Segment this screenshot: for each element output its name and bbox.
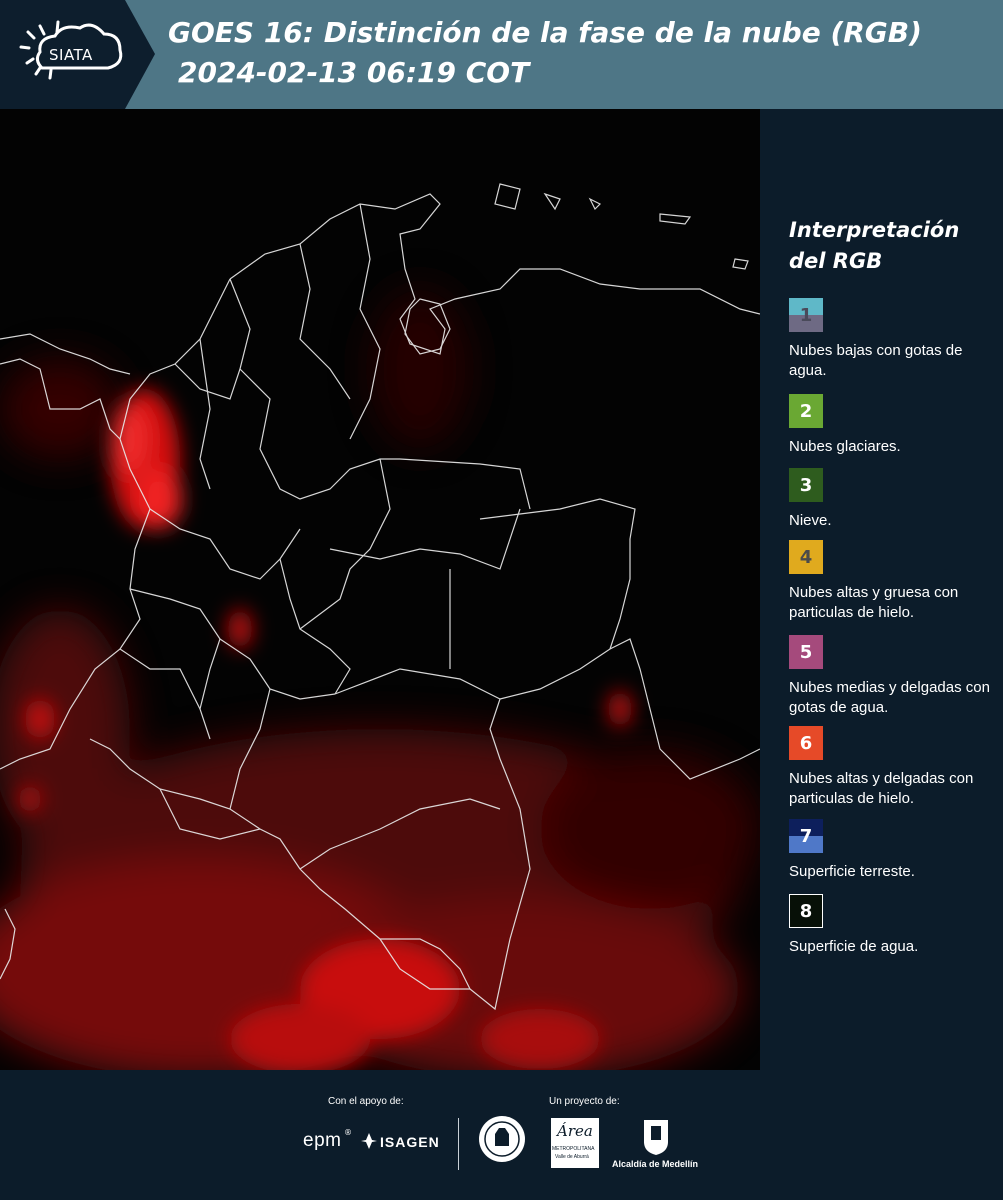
- legend-title: Interpretación del RGB: [789, 215, 989, 277]
- legend-label-8: Superficie de agua.: [789, 938, 919, 955]
- satellite-map[interactable]: [0, 109, 760, 1070]
- legend-number-5: 5: [799, 641, 813, 663]
- project-label: Un proyecto de:: [549, 1096, 620, 1107]
- seal-icon: [477, 1114, 527, 1164]
- legend-item-4: 4 Nubes altas y gruesa con particulas de…: [789, 540, 999, 623]
- epm-logo: epm: [303, 1130, 342, 1151]
- isagen-logo: ISAGEN: [380, 1134, 440, 1150]
- legend-swatch-2: 2: [789, 394, 823, 428]
- legend-label-2: Nubes glaciares.: [789, 438, 901, 455]
- legend-label-6: Nubes altas y delgadas con particulas de…: [789, 770, 974, 807]
- legend-number-7: 7: [799, 825, 813, 847]
- legend-item-5: 5 Nubes medias y delgadas con gotas de a…: [789, 635, 999, 718]
- siata-logo-text: SIATA: [49, 46, 93, 64]
- legend-swatch-7: 7: [789, 819, 823, 853]
- legend-swatch-4: 4: [789, 540, 823, 574]
- legend-number-3: 3: [799, 474, 813, 496]
- footer-bar: Con el apoyo de: Un proyecto de: epm ® I…: [0, 1070, 1003, 1200]
- legend-title-line1: Interpretación: [789, 218, 960, 242]
- area-metropolitana-logo: Área METROPOLITANA Valle de Aburrá: [551, 1118, 599, 1168]
- legend-item-1: 1 Nubes bajas con gotas de agua.: [789, 298, 999, 381]
- legend-label-1: Nubes bajas con gotas de agua.: [789, 342, 963, 379]
- legend-item-7: 7 Superficie terreste.: [789, 819, 999, 882]
- header-bar: SIATA GOES 16: Distinción de la fase de …: [0, 0, 1003, 109]
- registered-mark-icon: ®: [344, 1128, 352, 1137]
- legend-number-8: 8: [799, 900, 813, 922]
- legend-swatch-1: 1: [789, 298, 823, 332]
- legend-label-4: Nubes altas y gruesa con particulas de h…: [789, 584, 959, 621]
- area-logo-sub1: METROPOLITANA: [552, 1146, 595, 1152]
- area-logo-sub2: Valle de Aburrá: [555, 1154, 589, 1160]
- page-timestamp: 2024-02-13 06:19 COT: [178, 56, 530, 89]
- legend-swatch-5: 5: [789, 635, 823, 669]
- legend-item-6: 6 Nubes altas y delgadas con particulas …: [789, 726, 999, 809]
- legend-title-line2: del RGB: [789, 249, 883, 273]
- legend-label-5: Nubes medias y delgadas con gotas de agu…: [789, 679, 990, 716]
- legend-number-4: 4: [799, 546, 813, 568]
- legend-item-2: 2 Nubes glaciares.: [789, 394, 999, 457]
- legend-label-7: Superficie terreste.: [789, 863, 915, 880]
- footer-divider: [458, 1118, 459, 1170]
- siata-logo: SIATA: [0, 0, 155, 109]
- area-logo-name: Área: [557, 1122, 593, 1140]
- alcaldia-logo-text: Alcaldía de Medellín: [612, 1159, 699, 1169]
- legend-label-3: Nieve.: [789, 512, 832, 529]
- page-title: GOES 16: Distinción de la fase de la nub…: [168, 16, 922, 49]
- support-label: Con el apoyo de:: [328, 1096, 404, 1107]
- legend-number-2: 2: [799, 400, 813, 422]
- legend-item-8: 8 Superficie de agua.: [789, 894, 999, 957]
- isagen-icon: [360, 1132, 378, 1150]
- legend-swatch-8: 8: [789, 894, 823, 928]
- medellin-shield-icon: [642, 1118, 670, 1156]
- legend-item-3: 3 Nieve.: [789, 468, 999, 531]
- legend-swatch-3: 3: [789, 468, 823, 502]
- legend-swatch-6: 6: [789, 726, 823, 760]
- legend-number-6: 6: [799, 732, 813, 754]
- legend-number-1: 1: [799, 304, 813, 326]
